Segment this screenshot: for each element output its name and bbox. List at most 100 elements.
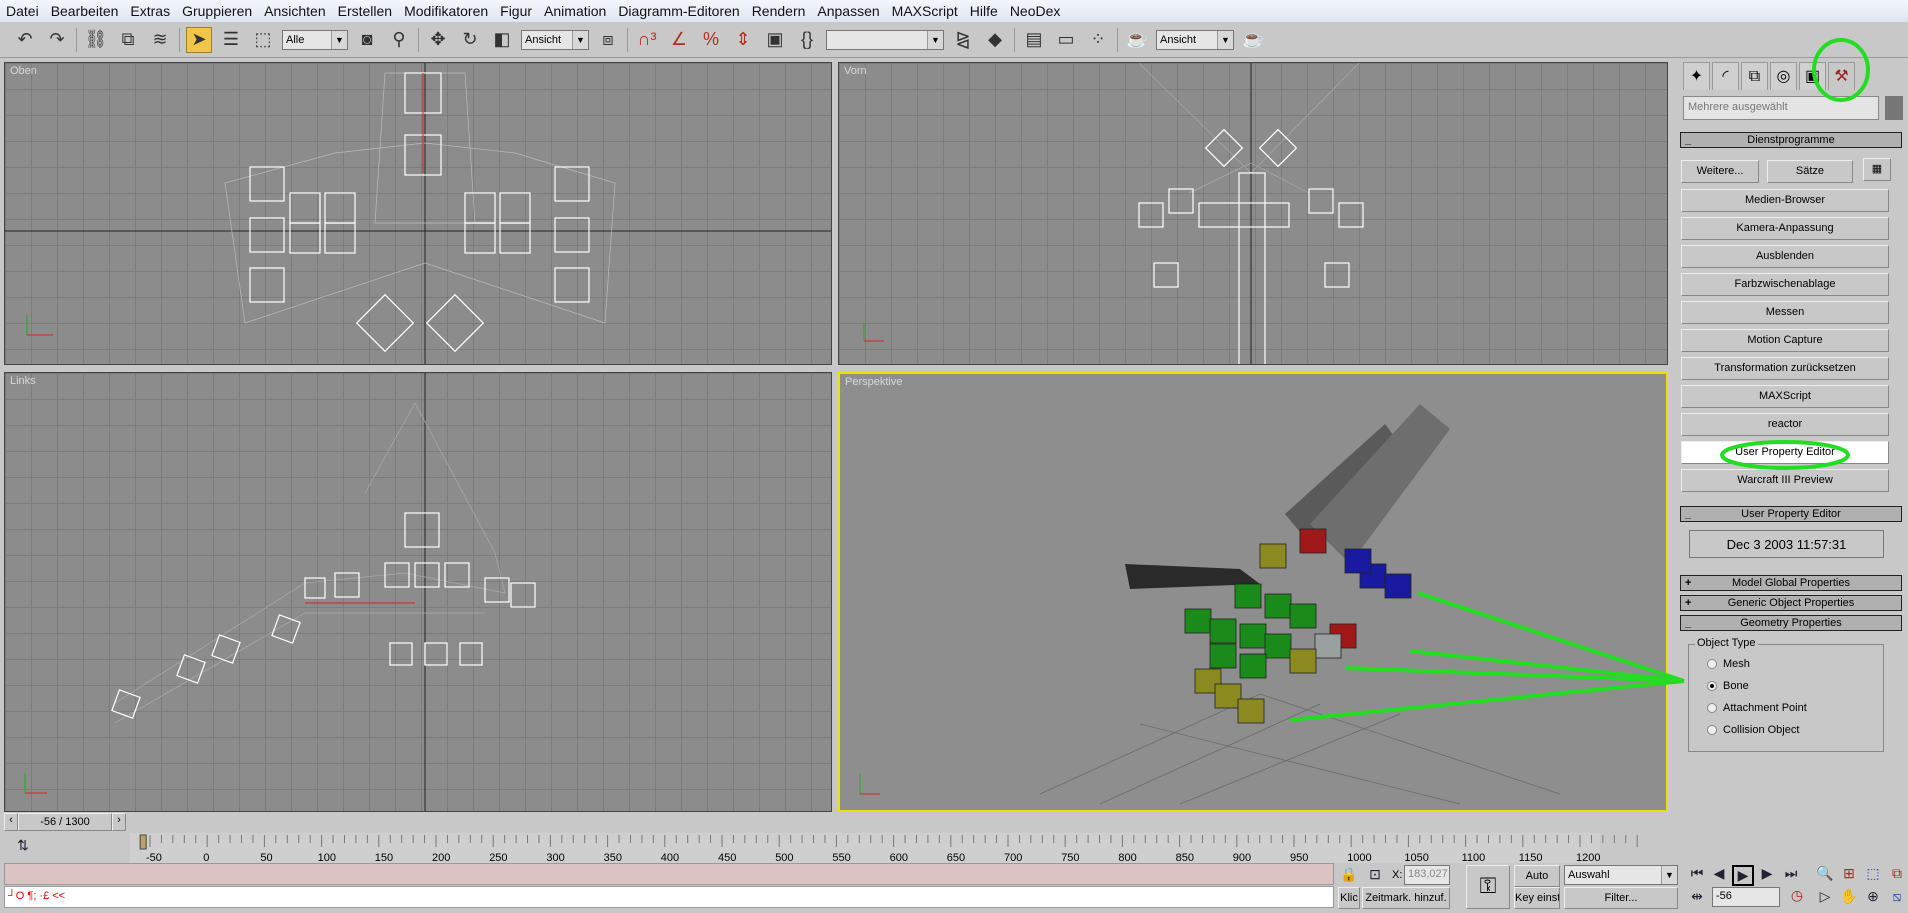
utility-button-medien-browser[interactable]: Medien-Browser	[1681, 189, 1889, 212]
maximize-viewport-icon[interactable]: ⧅	[1886, 888, 1908, 905]
menu-bearbeiten[interactable]: Bearbeiten	[51, 3, 119, 19]
pivot-center-icon[interactable]: ⧈	[595, 27, 621, 53]
create-tab-icon[interactable]: ✦	[1683, 62, 1710, 90]
rollout-utilities[interactable]: _ Dienstprogramme	[1680, 132, 1902, 148]
move-icon[interactable]: ✥	[425, 27, 451, 53]
render-type-dropdown[interactable]: Ansicht ▼	[1156, 29, 1234, 50]
auto-key-button[interactable]: Auto	[1514, 865, 1560, 887]
pan-hand-icon[interactable]: ✋	[1838, 888, 1860, 905]
viewport-perspective[interactable]: Perspektive	[838, 372, 1668, 812]
sets-button[interactable]: Sätze	[1767, 160, 1853, 183]
current-frame-field[interactable]: -56	[1712, 887, 1780, 907]
radio-attachment-point[interactable]: Attachment Point	[1707, 702, 1807, 714]
viewport-top[interactable]: Oben	[4, 62, 832, 365]
named-selection-icon[interactable]: {}	[794, 27, 820, 53]
scale-icon[interactable]: ◧	[489, 27, 515, 53]
menu-neodex[interactable]: NeoDex	[1010, 3, 1061, 19]
zoom-extents-all-icon[interactable]: ⧉	[1886, 865, 1908, 882]
percent-snap-icon[interactable]: %	[698, 27, 724, 53]
utility-button-ausblenden[interactable]: Ausblenden	[1681, 245, 1889, 268]
key-mode-toggle-icon[interactable]: ⇹	[1686, 888, 1708, 905]
menu-extras[interactable]: Extras	[130, 3, 170, 19]
click-button[interactable]: Klic	[1338, 887, 1360, 909]
utility-button-reactor[interactable]: reactor	[1681, 413, 1889, 436]
mirror-icon[interactable]: ⧎	[950, 27, 976, 53]
menu-gruppieren[interactable]: Gruppieren	[182, 3, 252, 19]
named-selection-dropdown[interactable]: ▼	[826, 29, 944, 50]
utility-button-transformation-zur-cksetzen[interactable]: Transformation zurücksetzen	[1681, 357, 1889, 380]
align-icon[interactable]: ◆	[982, 27, 1008, 53]
menu-modifikatoren[interactable]: Modifikatoren	[404, 3, 488, 19]
select-object-icon[interactable]: ➤	[186, 26, 212, 53]
window-crossing-icon[interactable]: ◙	[354, 27, 380, 53]
display-tab-icon[interactable]: ▣	[1799, 62, 1826, 90]
rollout-model-global-properties[interactable]: + Model Global Properties	[1680, 575, 1902, 591]
set-key-icon[interactable]: ⚿	[1466, 865, 1510, 909]
prev-frame-arrow-icon[interactable]: ‹	[4, 813, 18, 831]
key-filters-button[interactable]: Filter...	[1564, 887, 1678, 909]
edit-named-selection-icon[interactable]: ▣	[762, 27, 788, 53]
zoom-icon[interactable]: 🔍	[1814, 865, 1836, 882]
quick-render-icon[interactable]: ☕	[1240, 27, 1266, 53]
x-coord-field[interactable]: 183,027	[1404, 865, 1450, 885]
utility-button-motion-capture[interactable]: Motion Capture	[1681, 329, 1889, 352]
zoom-extents-icon[interactable]: ⬚	[1862, 865, 1884, 882]
track-bar[interactable]: ⇅ -50 0 50 100 150 200 250 300 350 400 450 500 550 60…	[0, 833, 1668, 863]
hierarchy-tab-icon[interactable]: ⧉	[1741, 62, 1768, 90]
play-icon[interactable]: ▶	[1732, 865, 1754, 886]
pivot-icon[interactable]: ⚲	[386, 27, 412, 53]
zoom-all-icon[interactable]: ⊞	[1838, 865, 1860, 882]
menu-anpassen[interactable]: Anpassen	[817, 3, 879, 19]
viewport-front[interactable]: Vorn	[838, 62, 1668, 365]
rollout-geometry-properties[interactable]: _ Geometry Properties	[1680, 615, 1902, 631]
link-icon[interactable]: ⛓	[83, 27, 109, 53]
menu-erstellen[interactable]: Erstellen	[338, 3, 392, 19]
utilities-hammer-tab-icon[interactable]: ⚒	[1828, 62, 1855, 90]
utility-button-kamera-anpassung[interactable]: Kamera-Anpassung	[1681, 217, 1889, 240]
menu-hilfe[interactable]: Hilfe	[970, 3, 998, 19]
lock-selection-icon[interactable]: 🔒	[1338, 866, 1360, 883]
set-key-button[interactable]: Key einstellen	[1514, 887, 1560, 909]
time-slider-thumb[interactable]: -56 / 1300	[18, 813, 112, 831]
viewport-left[interactable]: Links	[4, 372, 832, 812]
rectangle-selection-icon[interactable]: ⬚	[250, 27, 276, 53]
radio-bone[interactable]: Bone	[1707, 680, 1749, 692]
unlink-icon[interactable]: ⧉	[115, 27, 141, 53]
menu-ansichten[interactable]: Ansichten	[264, 3, 325, 19]
maxscript-listener-output[interactable]	[4, 863, 1334, 885]
utility-button-warcraft-iii-preview[interactable]: Warcraft III Preview	[1681, 469, 1889, 492]
key-filter-dropdown[interactable]: Auswahl ▼	[1564, 865, 1678, 885]
previous-frame-icon[interactable]: ◀	[1708, 865, 1730, 882]
motion-tab-icon[interactable]: ◎	[1770, 62, 1797, 90]
time-slider[interactable]: ‹ -56 / 1300 ›	[4, 813, 1668, 831]
utility-button-farbzwischenablage[interactable]: Farbzwischenablage	[1681, 273, 1889, 296]
maxscript-listener-input[interactable]: ┘O ¶; ·£ <<	[4, 886, 1334, 908]
track-view-icon[interactable]: ▤	[1021, 27, 1047, 53]
absolute-mode-icon[interactable]: ⊡	[1364, 866, 1386, 883]
select-by-name-icon[interactable]: ☰	[218, 27, 244, 53]
schematic-view-icon[interactable]: ▭	[1053, 27, 1079, 53]
redo-icon[interactable]: ↷	[44, 27, 70, 53]
add-time-tag-button[interactable]: Zeitmark. hinzuf.	[1362, 887, 1450, 909]
rollout-user-property-editor[interactable]: _ User Property Editor	[1680, 506, 1902, 522]
material-editor-icon[interactable]: ⁘	[1085, 27, 1111, 53]
utility-button-messen[interactable]: Messen	[1681, 301, 1889, 324]
next-frame-icon[interactable]: ▶	[1756, 865, 1778, 882]
modify-tab-icon[interactable]: ◜	[1712, 62, 1739, 90]
object-color-swatch[interactable]	[1885, 96, 1903, 120]
rotate-icon[interactable]: ↻	[457, 27, 483, 53]
menu-maxscript[interactable]: MAXScript	[892, 3, 958, 19]
render-scene-icon[interactable]: ☕	[1124, 27, 1150, 53]
field-of-view-icon[interactable]: ▷	[1814, 888, 1836, 905]
radio-mesh[interactable]: Mesh	[1707, 658, 1750, 670]
orbit-icon[interactable]: ⊕	[1862, 888, 1884, 905]
menu-diagramm-editoren[interactable]: Diagramm-Editoren	[618, 3, 739, 19]
snap-3d-icon[interactable]: ∩³	[634, 27, 660, 53]
reference-coord-dropdown[interactable]: Ansicht ▼	[521, 29, 589, 50]
go-to-end-icon[interactable]: ⏭	[1780, 865, 1802, 882]
selection-filter-dropdown[interactable]: Alle ▼	[282, 29, 348, 50]
menu-rendern[interactable]: Rendern	[752, 3, 806, 19]
configure-sets-icon[interactable]: ▦	[1863, 158, 1891, 181]
angle-snap-icon[interactable]: ∠	[666, 27, 692, 53]
menu-animation[interactable]: Animation	[544, 3, 606, 19]
